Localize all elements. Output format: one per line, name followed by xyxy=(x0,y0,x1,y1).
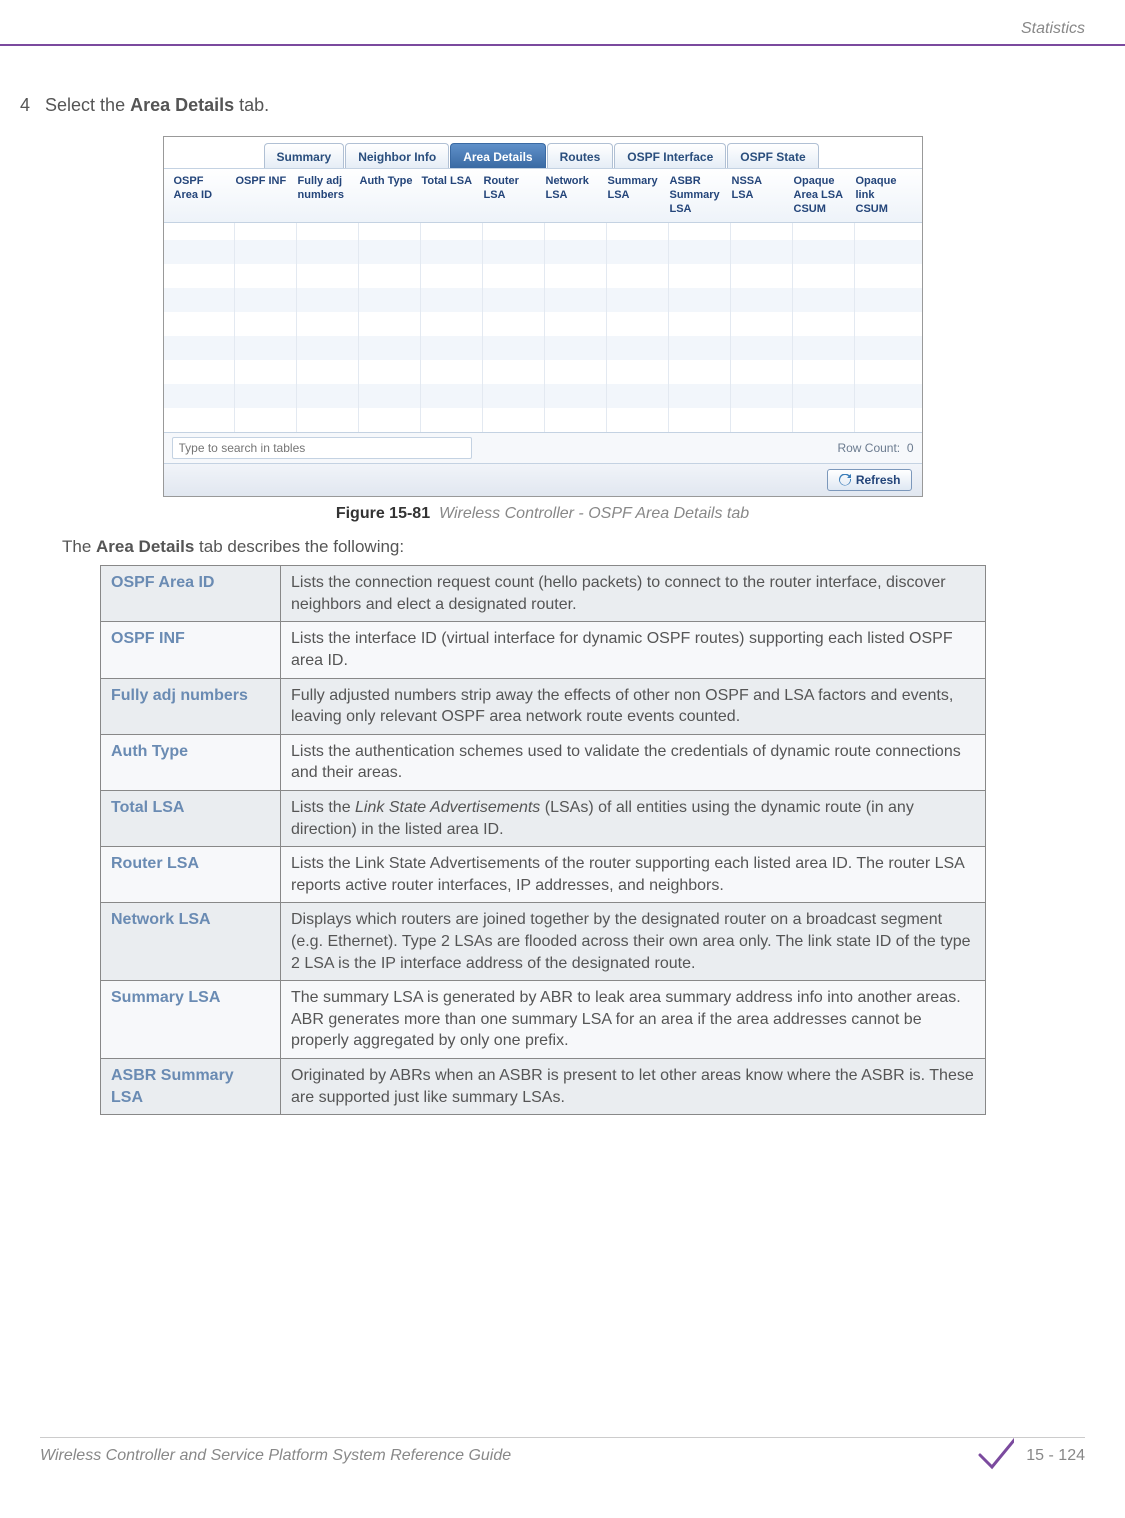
definition-term: OSPF Area ID xyxy=(101,566,281,622)
col-summary-lsa[interactable]: Summary LSA xyxy=(604,175,666,216)
refresh-button[interactable]: Refresh xyxy=(827,469,912,491)
step-post: tab. xyxy=(234,95,269,115)
check-icon xyxy=(978,1435,1014,1476)
table-row: Auth TypeLists the authentication scheme… xyxy=(101,734,986,790)
definition-term: Router LSA xyxy=(101,847,281,903)
table-row: OSPF INFLists the interface ID (virtual … xyxy=(101,622,986,678)
search-input[interactable] xyxy=(172,437,472,459)
table-row: ASBR Summary LSAOriginated by ABRs when … xyxy=(101,1058,986,1114)
tab-routes[interactable]: Routes xyxy=(547,143,614,168)
grid-vline xyxy=(730,223,731,432)
grid-vline xyxy=(358,223,359,432)
page-content: 4 Select the Area Details tab. Summary N… xyxy=(0,95,1085,1115)
table-row: Router LSALists the Link State Advertise… xyxy=(101,847,986,903)
definition-term: OSPF INF xyxy=(101,622,281,678)
col-auth-type[interactable]: Auth Type xyxy=(356,175,418,216)
tab-neighbor-info[interactable]: Neighbor Info xyxy=(345,143,449,168)
figure-caption-text: Wireless Controller - OSPF Area Details … xyxy=(439,505,749,522)
table-row: Summary LSAThe summary LSA is generated … xyxy=(101,981,986,1059)
header-rule xyxy=(0,44,1125,46)
footer-title: Wireless Controller and Service Platform… xyxy=(40,1447,511,1465)
tab-summary[interactable]: Summary xyxy=(264,143,345,168)
definition-desc: Originated by ABRs when an ASBR is prese… xyxy=(281,1058,986,1114)
page-footer: Wireless Controller and Service Platform… xyxy=(40,1435,1085,1476)
row-count: Row Count: 0 xyxy=(837,441,913,455)
col-opaque-link[interactable]: Opaque link CSUM xyxy=(852,175,914,216)
grid-header: OSPF Area ID OSPF INF Fully adj numbers … xyxy=(164,169,922,223)
col-fully-adj[interactable]: Fully adj numbers xyxy=(294,175,356,216)
definition-desc: Lists the connection request count (hell… xyxy=(281,566,986,622)
grid-body xyxy=(164,223,922,433)
panel-footer: Refresh xyxy=(164,464,922,496)
search-row: Row Count: 0 xyxy=(164,433,922,464)
tab-ospf-interface[interactable]: OSPF Interface xyxy=(614,143,726,168)
intro-pre: The xyxy=(62,537,96,556)
grid-vline xyxy=(544,223,545,432)
grid-vline xyxy=(234,223,235,432)
definition-term: Network LSA xyxy=(101,903,281,981)
col-opaque-area[interactable]: Opaque Area LSA CSUM xyxy=(790,175,852,216)
table-row: OSPF Area IDLists the connection request… xyxy=(101,566,986,622)
grid-vline xyxy=(420,223,421,432)
intro-bold: Area Details xyxy=(96,537,194,556)
header-section: Statistics xyxy=(1021,20,1085,38)
grid-vline xyxy=(482,223,483,432)
definition-desc: The summary LSA is generated by ABR to l… xyxy=(281,981,986,1059)
refresh-icon xyxy=(838,474,852,486)
col-router-lsa[interactable]: Router LSA xyxy=(480,175,542,216)
figure-label: Figure 15-81 xyxy=(336,505,430,522)
definition-desc: Displays which routers are joined togeth… xyxy=(281,903,986,981)
col-network-lsa[interactable]: Network LSA xyxy=(542,175,604,216)
tab-ospf-state[interactable]: OSPF State xyxy=(727,143,818,168)
definition-term: Auth Type xyxy=(101,734,281,790)
table-row: Network LSADisplays which routers are jo… xyxy=(101,903,986,981)
definition-desc: Lists the interface ID (virtual interfac… xyxy=(281,622,986,678)
step-pre: Select the xyxy=(45,95,130,115)
definition-desc: Lists the Link State Advertisements of t… xyxy=(281,847,986,903)
row-count-label: Row Count: xyxy=(837,441,900,455)
definition-desc: Lists the authentication schemes used to… xyxy=(281,734,986,790)
table-row: Total LSALists the Link State Advertisem… xyxy=(101,791,986,847)
definition-term: Summary LSA xyxy=(101,981,281,1059)
definition-desc: Lists the Link State Advertisements (LSA… xyxy=(281,791,986,847)
grid-vline xyxy=(792,223,793,432)
grid-vline xyxy=(296,223,297,432)
grid-vline xyxy=(606,223,607,432)
step-number: 4 xyxy=(20,95,30,115)
tab-area-details[interactable]: Area Details xyxy=(450,143,545,168)
definition-term: Total LSA xyxy=(101,791,281,847)
page-number-box: 15 - 124 xyxy=(978,1435,1085,1476)
intro-text: The Area Details tab describes the follo… xyxy=(62,537,1085,557)
grid-vline xyxy=(854,223,855,432)
step-instruction: 4 Select the Area Details tab. xyxy=(20,95,1085,116)
table-row: Fully adj numbersFully adjusted numbers … xyxy=(101,678,986,734)
definition-term: Fully adj numbers xyxy=(101,678,281,734)
definitions-table: OSPF Area IDLists the connection request… xyxy=(100,565,986,1115)
definition-desc: Fully adjusted numbers strip away the ef… xyxy=(281,678,986,734)
screenshot: Summary Neighbor Info Area Details Route… xyxy=(163,136,923,497)
definitions-tbody: OSPF Area IDLists the connection request… xyxy=(101,566,986,1115)
grid-vline xyxy=(668,223,669,432)
col-total-lsa[interactable]: Total LSA xyxy=(418,175,480,216)
intro-post: tab describes the following: xyxy=(194,537,404,556)
col-asbr-summary[interactable]: ASBR Summary LSA xyxy=(666,175,728,216)
col-ospf-area-id[interactable]: OSPF Area ID xyxy=(170,175,232,216)
col-ospf-inf[interactable]: OSPF INF xyxy=(232,175,294,216)
step-bold: Area Details xyxy=(130,95,234,115)
row-count-value: 0 xyxy=(907,441,914,455)
figure-caption: Figure 15-81 Wireless Controller - OSPF … xyxy=(0,505,1085,523)
tabs-row: Summary Neighbor Info Area Details Route… xyxy=(164,137,922,169)
page-number: 15 - 124 xyxy=(1026,1447,1085,1465)
col-nssa-lsa[interactable]: NSSA LSA xyxy=(728,175,790,216)
definition-term: ASBR Summary LSA xyxy=(101,1058,281,1114)
refresh-label: Refresh xyxy=(856,473,901,487)
